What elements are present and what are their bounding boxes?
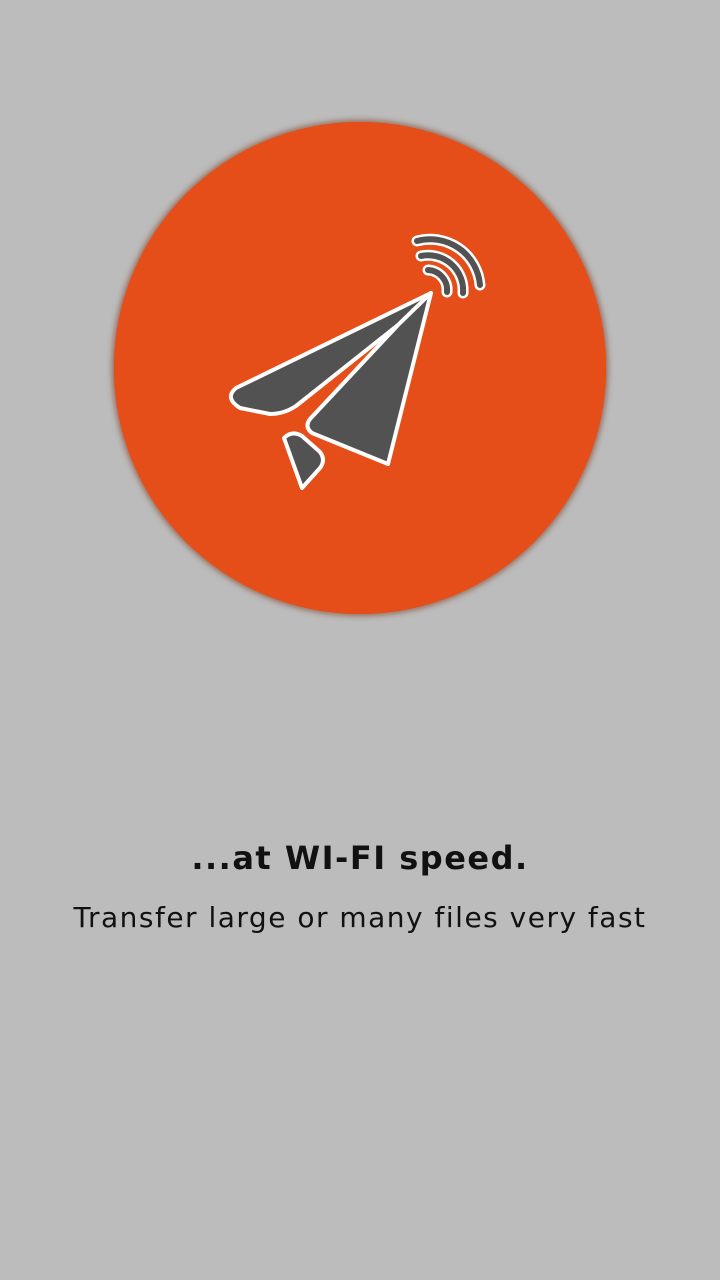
onboarding-subline: Transfer large or many files very fast — [73, 901, 647, 934]
onboarding-screen: ...at WI-FI speed. Transfer large or man… — [0, 0, 720, 1280]
paper-plane-wifi-icon — [114, 122, 606, 614]
onboarding-headline: ...at WI-FI speed. — [191, 839, 529, 877]
